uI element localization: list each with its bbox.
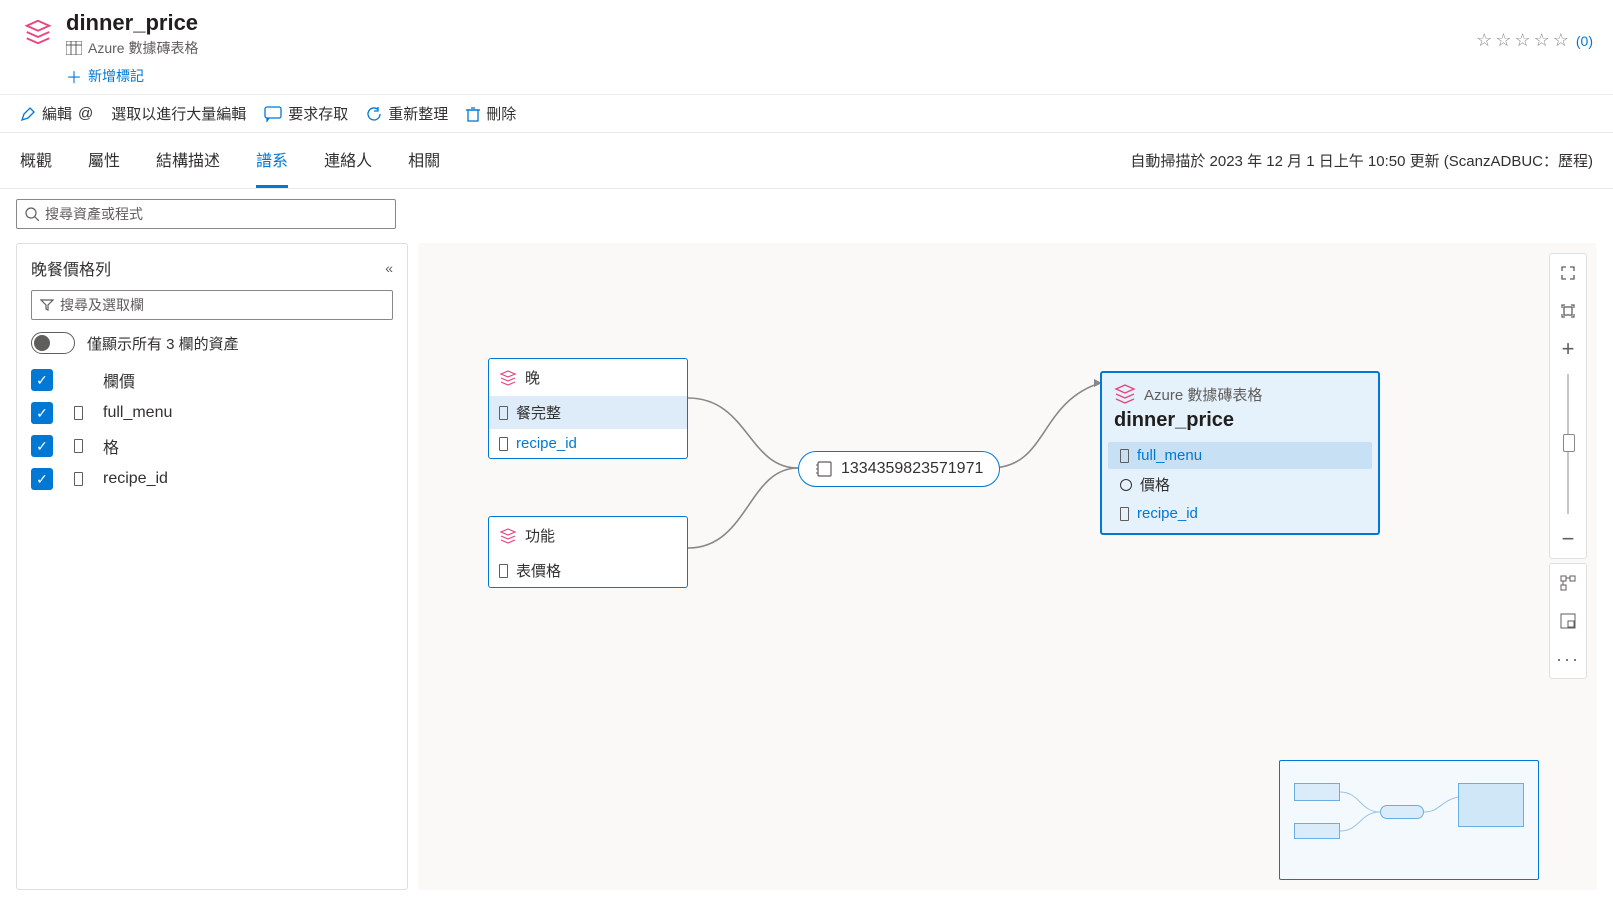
column-type-icon <box>69 406 87 420</box>
tab-related[interactable]: 相關 <box>408 133 440 188</box>
rating-stars[interactable]: ☆ ☆ ☆ ☆ ☆ (0) <box>1476 30 1593 51</box>
minimap-toggle-button[interactable] <box>1550 602 1586 640</box>
asset-type-icon <box>20 14 56 50</box>
pencil-icon <box>20 106 36 122</box>
zoom-in-button[interactable]: + <box>1550 330 1586 368</box>
columns-panel: 晚餐價格列 « 搜尋及選取欄 僅顯示所有 3 欄的資產 ✓ 欄價 ✓ full_… <box>16 243 408 890</box>
canvas-controls: + − <box>1549 253 1587 559</box>
request-access-button[interactable]: 要求存取 <box>264 103 348 124</box>
star-icon: ☆ <box>1514 30 1530 51</box>
toggle-label: 僅顯示所有 3 欄的資產 <box>87 333 239 354</box>
collapse-panel-icon[interactable]: « <box>385 260 393 276</box>
search-input[interactable]: 搜尋資產或程式 <box>16 199 396 229</box>
lineage-target-node[interactable]: Azure 數據磚表格 dinner_price full_menu 價格 re… <box>1100 371 1380 535</box>
lineage-source-node[interactable]: 功能 表價格 <box>488 516 688 588</box>
tab-properties[interactable]: 屬性 <box>88 133 120 188</box>
plus-icon: ＋ <box>66 64 82 88</box>
column-type-icon <box>69 439 87 453</box>
lineage-canvas[interactable]: 晚 餐完整 recipe_id 功能 表價格 1334359823571971 … <box>418 243 1597 890</box>
star-icon: ☆ <box>1495 30 1511 51</box>
bulk-select-dropdown[interactable]: 選取以進行大量編輯 <box>111 103 246 124</box>
star-icon: ☆ <box>1534 30 1550 51</box>
tab-schema[interactable]: 結構描述 <box>156 133 220 188</box>
scan-status: 自動掃描於 2023 年 12 月 1 日上午 10:50 更新 (ScanzA… <box>1130 150 1593 171</box>
column-type-icon <box>1120 479 1132 491</box>
trash-icon <box>466 106 480 122</box>
tab-contacts[interactable]: 連絡人 <box>324 133 372 188</box>
column-item[interactable]: ✓ recipe_id <box>31 468 393 490</box>
column-type-icon <box>499 437 508 451</box>
star-icon: ☆ <box>1476 30 1492 51</box>
column-type-icon <box>499 406 508 420</box>
search-icon <box>25 207 39 221</box>
asset-header: dinner_price Azure 數據磚表格 ＋ 新增標記 ☆ ☆ ☆ ☆ … <box>0 0 1613 94</box>
edit-button[interactable]: 編輯@ <box>20 103 93 124</box>
panel-title: 晚餐價格列 <box>31 256 111 280</box>
fit-button[interactable] <box>1550 292 1586 330</box>
zoom-slider[interactable] <box>1567 374 1569 514</box>
show-all-columns-toggle[interactable] <box>31 332 75 354</box>
notebook-icon <box>815 460 833 478</box>
column-type-icon <box>1120 507 1129 521</box>
column-filter-input[interactable]: 搜尋及選取欄 <box>31 290 393 320</box>
more-options-button[interactable]: ··· <box>1550 640 1586 678</box>
minimap[interactable] <box>1279 760 1539 880</box>
column-checkbox[interactable]: ✓ <box>31 435 53 457</box>
action-toolbar: 編輯@ 選取以進行大量編輯 要求存取 重新整理 刪除 <box>0 94 1613 133</box>
layout-button[interactable] <box>1550 564 1586 602</box>
stack-icon <box>499 369 517 387</box>
asset-type-label: Azure 數據磚表格 <box>66 38 1476 58</box>
tabs-row: 概觀 屬性 結構描述 譜系 連絡人 相關 自動掃描於 2023 年 12 月 1… <box>0 133 1613 189</box>
column-checkbox[interactable]: ✓ <box>31 402 53 424</box>
fullscreen-button[interactable] <box>1550 254 1586 292</box>
lineage-source-node[interactable]: 晚 餐完整 recipe_id <box>488 358 688 459</box>
refresh-button[interactable]: 重新整理 <box>366 103 448 124</box>
stack-icon <box>499 527 517 545</box>
canvas-controls-secondary: ··· <box>1549 563 1587 679</box>
column-type-icon <box>1120 449 1129 463</box>
zoom-out-button[interactable]: − <box>1550 520 1586 558</box>
tab-overview[interactable]: 概觀 <box>20 133 52 188</box>
lineage-process-node[interactable]: 1334359823571971 <box>798 451 1000 487</box>
column-checkbox[interactable]: ✓ <box>31 468 53 490</box>
column-item[interactable]: ✓ 格 <box>31 434 393 458</box>
add-tag-button[interactable]: ＋ 新增標記 <box>66 64 1476 88</box>
column-type-icon <box>69 472 87 486</box>
rating-count: (0) <box>1576 33 1593 49</box>
table-icon <box>66 41 82 55</box>
tab-lineage[interactable]: 譜系 <box>256 133 288 188</box>
star-icon: ☆ <box>1553 30 1569 51</box>
column-item[interactable]: ✓ full_menu <box>31 402 393 424</box>
column-checkbox[interactable]: ✓ <box>31 369 53 391</box>
page-title: dinner_price <box>66 10 1476 36</box>
chat-icon <box>264 106 282 122</box>
delete-button[interactable]: 刪除 <box>466 103 516 124</box>
column-type-icon <box>499 564 508 578</box>
column-item[interactable]: ✓ 欄價 <box>31 368 393 392</box>
filter-icon <box>40 299 54 311</box>
stack-icon <box>1114 383 1136 405</box>
refresh-icon <box>366 106 382 122</box>
